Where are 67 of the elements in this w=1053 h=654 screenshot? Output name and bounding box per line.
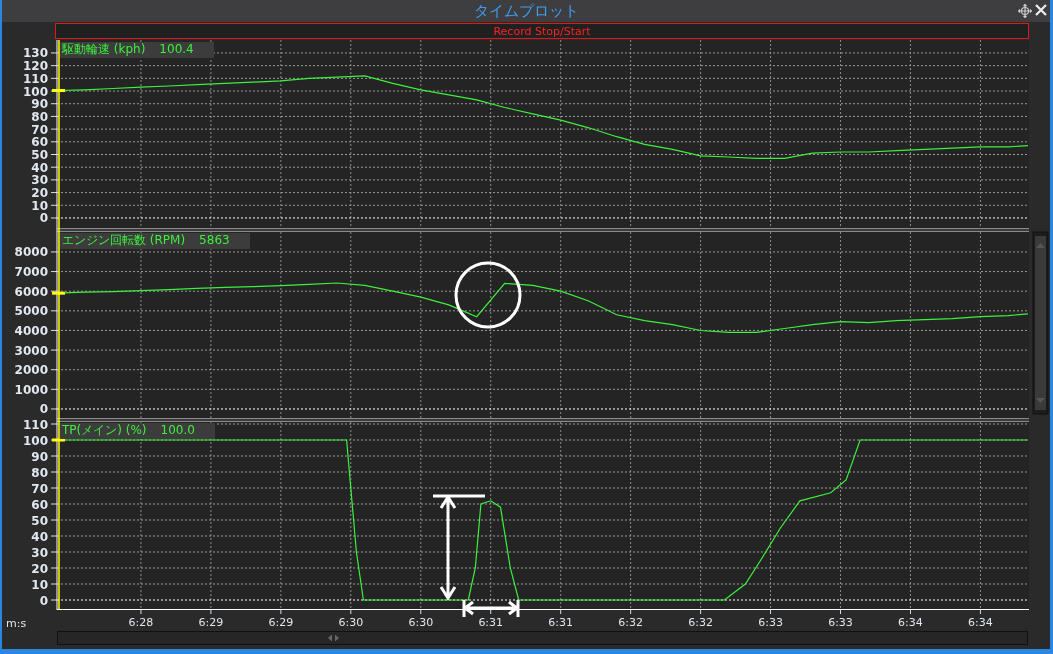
y-tick-label: 30 [31, 545, 48, 560]
x-tick-label: 6:32 [618, 616, 643, 629]
y-tick-label: 0 [39, 211, 48, 226]
y-tick-label: 50 [31, 513, 48, 528]
circle-annotation [454, 261, 522, 329]
y-tick-label: 90 [31, 97, 48, 112]
cursor-marker[interactable] [52, 438, 65, 442]
reading-value: 5863 [199, 233, 230, 248]
y-tick-label: 20 [31, 561, 48, 576]
cursor-marker[interactable] [52, 89, 65, 92]
y-tick-label: 8000 [14, 245, 48, 260]
move-icon[interactable] [1018, 4, 1032, 18]
y-tick-label: 90 [31, 449, 48, 464]
x-tick-label: 6:31 [548, 616, 574, 629]
x-tick-label: 6:29 [268, 616, 294, 629]
cursor-line[interactable] [58, 40, 60, 228]
y-tick-label: 1000 [14, 382, 48, 397]
y-tick-label: 4000 [14, 323, 48, 338]
y-tick-label: 100 [22, 84, 48, 99]
y-tick-label: 100 [22, 433, 48, 448]
x-tick-label: 6:31 [478, 616, 504, 629]
y-tick-label: 3000 [14, 343, 48, 358]
horizontal-scrollbar[interactable] [57, 631, 1028, 645]
x-tick-label: 6:34 [968, 616, 993, 629]
x-tick-label: 6:28 [128, 616, 154, 629]
y-tick-label: 6000 [14, 284, 48, 299]
vertical-scrollbar[interactable] [1032, 231, 1049, 415]
y-tick-label: 60 [31, 135, 48, 150]
reading-value: 100.4 [159, 42, 194, 57]
y-tick-label: 80 [31, 465, 48, 480]
window-title: タイムプロット [473, 1, 579, 21]
y-tick-label: 110 [22, 71, 48, 86]
reading-value: 100.0 [160, 423, 195, 438]
series-label: エンジン回転数 (RPM) [62, 233, 186, 248]
close-icon[interactable] [1035, 4, 1047, 16]
cursor-marker[interactable] [52, 291, 65, 295]
y-tick-label: 2000 [14, 363, 48, 378]
series-label: 駆動輪速 (kph) [62, 42, 146, 57]
y-tick-label: 40 [31, 160, 48, 175]
x-tick-label: 6:30 [408, 616, 434, 629]
y-tick-label: 70 [31, 481, 48, 496]
y-tick-label: 10 [31, 577, 48, 592]
series-label: TP(メイン) (%) [62, 423, 147, 438]
y-tick-label: 10 [31, 198, 48, 213]
x-tick-label: 6:32 [688, 616, 713, 629]
y-tick-label: 80 [31, 109, 48, 124]
x-tick-label: 6:30 [338, 616, 364, 629]
y-tick-label: 30 [31, 173, 48, 188]
y-tick-label: 60 [31, 497, 48, 512]
y-tick-label: 7000 [14, 265, 48, 280]
x-tick-label: 6:34 [898, 616, 923, 629]
y-tick-label: 0 [39, 593, 48, 608]
y-tick-label: 5000 [14, 304, 48, 319]
x-tick-label: 6:29 [198, 616, 224, 629]
y-tick-label: 20 [31, 186, 48, 201]
y-tick-label: 130 [22, 46, 48, 61]
scroll-grip-icon[interactable] [328, 634, 340, 642]
axis-unit-label: m:s [6, 617, 27, 630]
y-tick-label: 110 [22, 418, 48, 432]
y-tick-label: 0 [39, 402, 48, 417]
x-tick-label: 6:33 [828, 616, 853, 629]
record-button[interactable]: Record Stop/Start [55, 23, 1029, 39]
y-tick-label: 40 [31, 529, 48, 544]
x-tick-label: 6:33 [758, 616, 783, 629]
y-tick-label: 70 [31, 122, 48, 137]
y-tick-label: 50 [31, 148, 48, 162]
y-tick-label: 120 [22, 59, 48, 74]
